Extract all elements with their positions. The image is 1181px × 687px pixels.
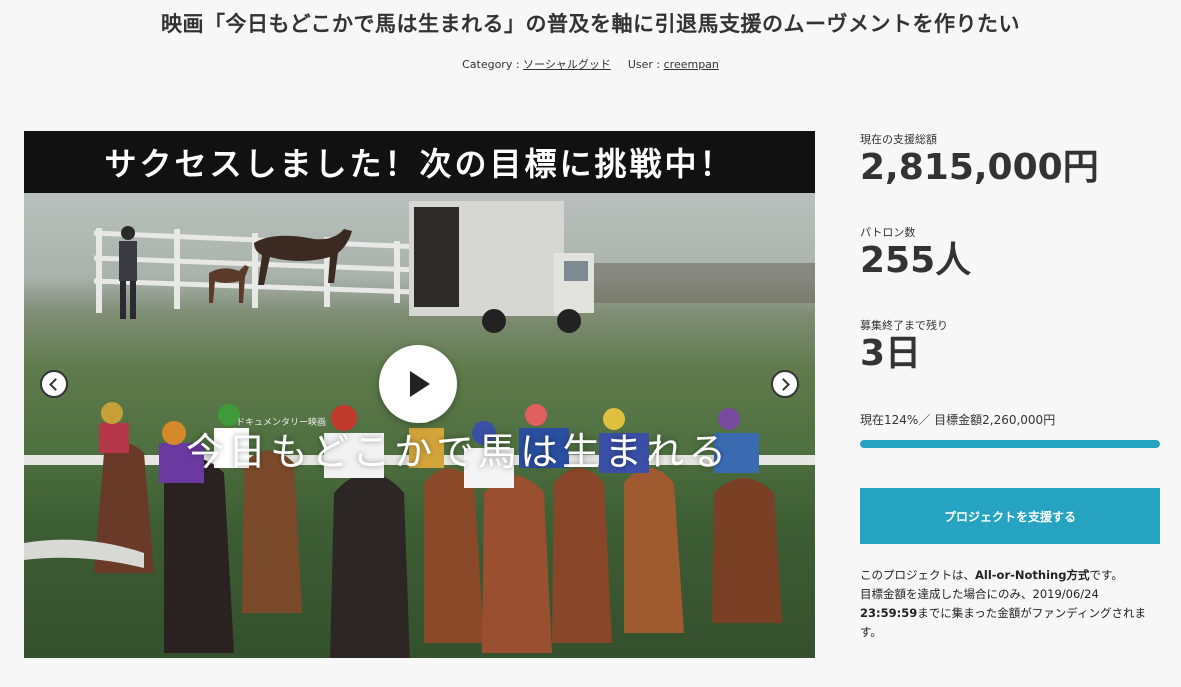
total-value: 2,815,000円: [860, 147, 1099, 188]
progress-text: 現在124%／ 目標金額2,260,000円: [860, 413, 1056, 427]
funding-note: このプロジェクトは、All-or-Nothing方式です。 目標金額を達成した場…: [860, 566, 1164, 642]
film-title-overlay: 今日もどこかで馬は生まれる: [186, 430, 731, 474]
patrons-value: 255人: [860, 240, 972, 281]
remaining-value: 3日: [860, 333, 922, 374]
play-button[interactable]: [379, 345, 457, 423]
progress-bar: [860, 440, 1160, 448]
days-remaining: 募集終了まで残り 3日: [860, 317, 948, 374]
note-line4: す。: [860, 625, 882, 639]
support-project-button[interactable]: プロジェクトを支援する: [860, 488, 1160, 544]
note-line3-a: 23:59:59: [860, 606, 918, 620]
project-photo: ドキュメンタリー映画 今日もどこかで馬は生まれる: [24, 193, 815, 658]
note-line1-c: です。: [1089, 568, 1123, 582]
note-line2: 目標金額を達成した場合にのみ、2019/06/24: [860, 587, 1099, 601]
note-line1-b: All-or-Nothing方式: [975, 568, 1090, 582]
remaining-label: 募集終了まで残り: [860, 319, 948, 332]
project-meta: Category : ソーシャルグッド User : creempan: [0, 56, 1181, 72]
user-prefix: User :: [627, 58, 664, 71]
total-label: 現在の支援総額: [860, 133, 937, 146]
category-prefix: Category :: [462, 58, 524, 71]
total-funding: 現在の支援総額 2,815,000円: [860, 131, 1099, 188]
note-line1-a: このプロジェクトは、: [860, 568, 975, 582]
patrons-label: パトロン数: [860, 226, 916, 239]
page-title: 映画「今日もどこかで馬は生まれる」の普及を軸に引退馬支援のムーヴメントを作りたい: [161, 12, 1020, 36]
project-video-carousel[interactable]: サクセスしました！次の目標に挑戦中！ ドキュメンタリー映画 今日もどこかで馬は生…: [24, 131, 815, 658]
user-link[interactable]: creempan: [664, 58, 719, 71]
success-banner: サクセスしました！次の目標に挑戦中！: [24, 131, 815, 193]
carousel-prev-button[interactable]: [40, 370, 68, 398]
patron-count: パトロン数 255人: [860, 224, 971, 281]
category-link[interactable]: ソーシャルグッド: [523, 58, 611, 71]
carousel-next-button[interactable]: [771, 370, 799, 398]
progress-fill: [860, 440, 1160, 448]
note-line3-b: までに集まった金額がファンディングされま: [917, 606, 1146, 620]
